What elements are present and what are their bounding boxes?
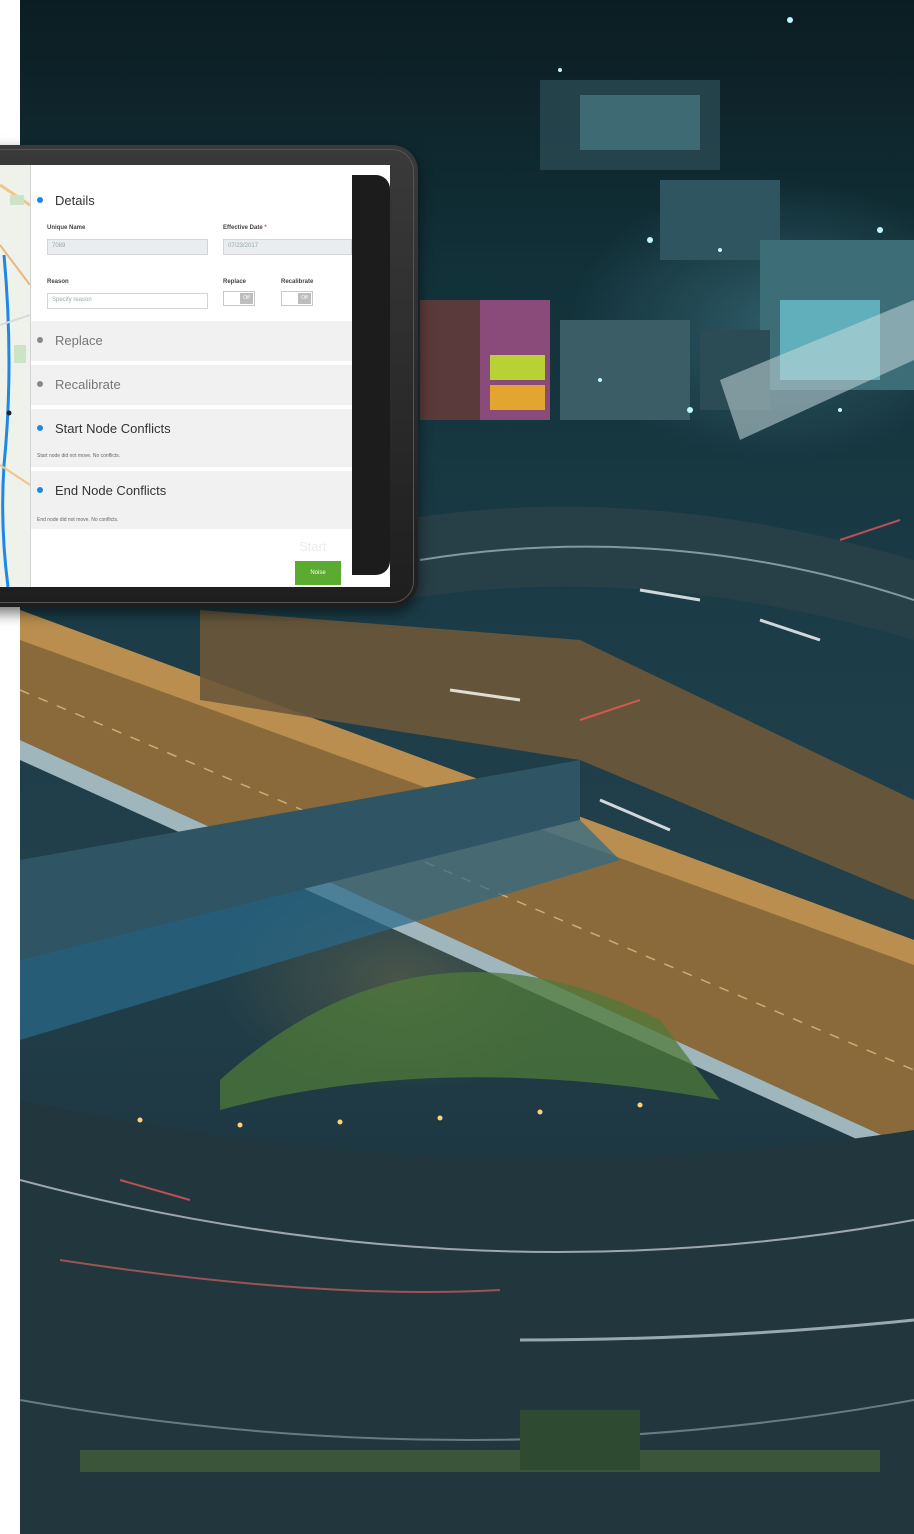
edit-form: Details Unique Name 7089 Effective Date … bbox=[31, 165, 352, 587]
details-heading[interactable]: Details bbox=[37, 193, 95, 208]
required-marker: * bbox=[264, 225, 267, 231]
faded-text: Start bbox=[299, 539, 327, 554]
recalibrate-section[interactable]: Recalibrate bbox=[31, 365, 352, 405]
end-node-heading-text: End Node Conflicts bbox=[55, 483, 167, 498]
map-panel[interactable] bbox=[0, 165, 31, 587]
details-section: Details Unique Name 7089 Effective Date … bbox=[31, 165, 352, 321]
reason-label: Reason bbox=[47, 279, 69, 285]
replace-toggle-label: Replace bbox=[223, 279, 247, 285]
unique-name-label: Unique Name bbox=[47, 225, 86, 231]
end-node-section[interactable]: End Node Conflicts End node did not move… bbox=[31, 471, 352, 529]
replace-section[interactable]: Replace bbox=[31, 321, 352, 361]
section-dot-icon bbox=[37, 381, 43, 387]
reason-input[interactable]: Specify reason bbox=[47, 293, 208, 309]
recalibrate-heading: Recalibrate bbox=[37, 377, 121, 392]
recalibrate-toggle-knob: Off bbox=[298, 293, 311, 304]
tablet-screen: Details Unique Name 7089 Effective Date … bbox=[0, 165, 390, 587]
page: Details Unique Name 7089 Effective Date … bbox=[0, 0, 914, 1534]
section-dot-icon bbox=[37, 337, 43, 343]
tablet-device: Details Unique Name 7089 Effective Date … bbox=[0, 145, 418, 607]
replace-toggle[interactable]: Off bbox=[223, 291, 255, 306]
recalibrate-toggle[interactable]: Off bbox=[281, 291, 313, 306]
replace-heading-text: Replace bbox=[55, 333, 103, 348]
unique-name-input[interactable]: 7089 bbox=[47, 239, 208, 255]
start-node-heading: Start Node Conflicts bbox=[37, 421, 171, 436]
section-dot-icon bbox=[37, 425, 43, 431]
screen-dark-edge bbox=[352, 175, 390, 575]
start-node-note: Start node did not move. No conflicts. bbox=[37, 453, 121, 459]
end-node-note: End node did not move. No conflicts. bbox=[37, 517, 119, 523]
map-illustration bbox=[0, 165, 30, 587]
replace-toggle-knob: Off bbox=[240, 293, 253, 304]
recalibrate-toggle-label: Recalibrate bbox=[281, 279, 314, 285]
details-heading-text: Details bbox=[55, 193, 95, 208]
replace-heading: Replace bbox=[37, 333, 103, 348]
section-dot-icon bbox=[37, 197, 43, 203]
next-button[interactable]: Noise bbox=[295, 561, 341, 585]
end-node-heading: End Node Conflicts bbox=[37, 483, 166, 498]
effective-date-input[interactable]: 07/23/2017 bbox=[223, 239, 352, 255]
start-node-section[interactable]: Start Node Conflicts Start node did not … bbox=[31, 409, 352, 467]
map-marker-icon[interactable] bbox=[6, 410, 12, 416]
recalibrate-heading-text: Recalibrate bbox=[55, 377, 121, 392]
effective-date-label: Effective Date * bbox=[223, 225, 267, 231]
section-dot-icon bbox=[37, 487, 43, 493]
start-node-heading-text: Start Node Conflicts bbox=[55, 421, 171, 436]
effective-date-label-text: Effective Date bbox=[223, 225, 263, 231]
